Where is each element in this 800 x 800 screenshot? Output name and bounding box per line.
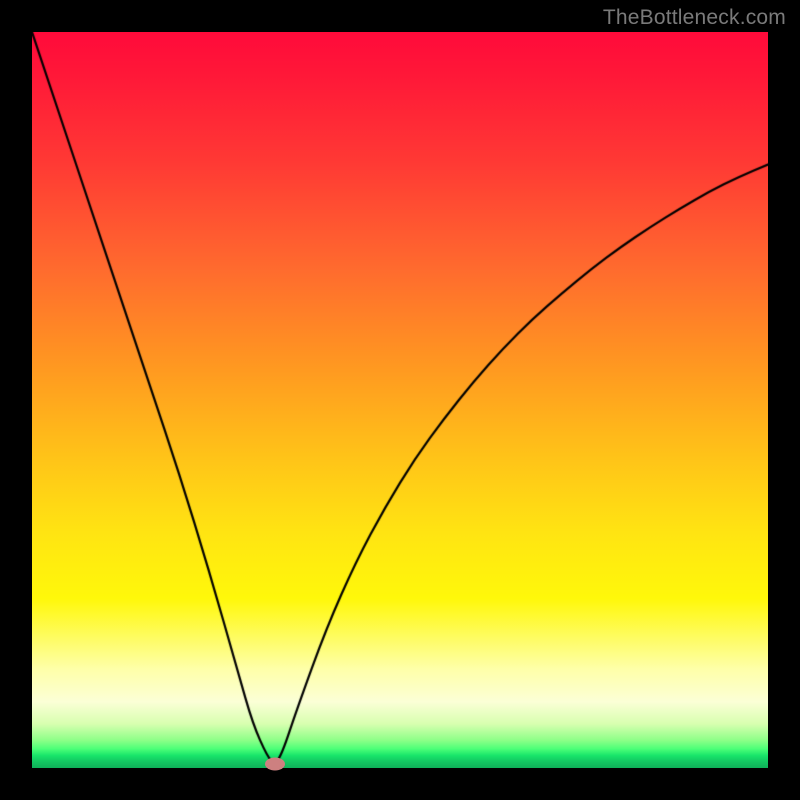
- optimum-marker: [265, 758, 285, 771]
- plot-area: [32, 32, 768, 768]
- watermark-text: TheBottleneck.com: [603, 6, 786, 30]
- chart-frame: TheBottleneck.com: [0, 0, 800, 800]
- bottleneck-curve: [32, 32, 768, 768]
